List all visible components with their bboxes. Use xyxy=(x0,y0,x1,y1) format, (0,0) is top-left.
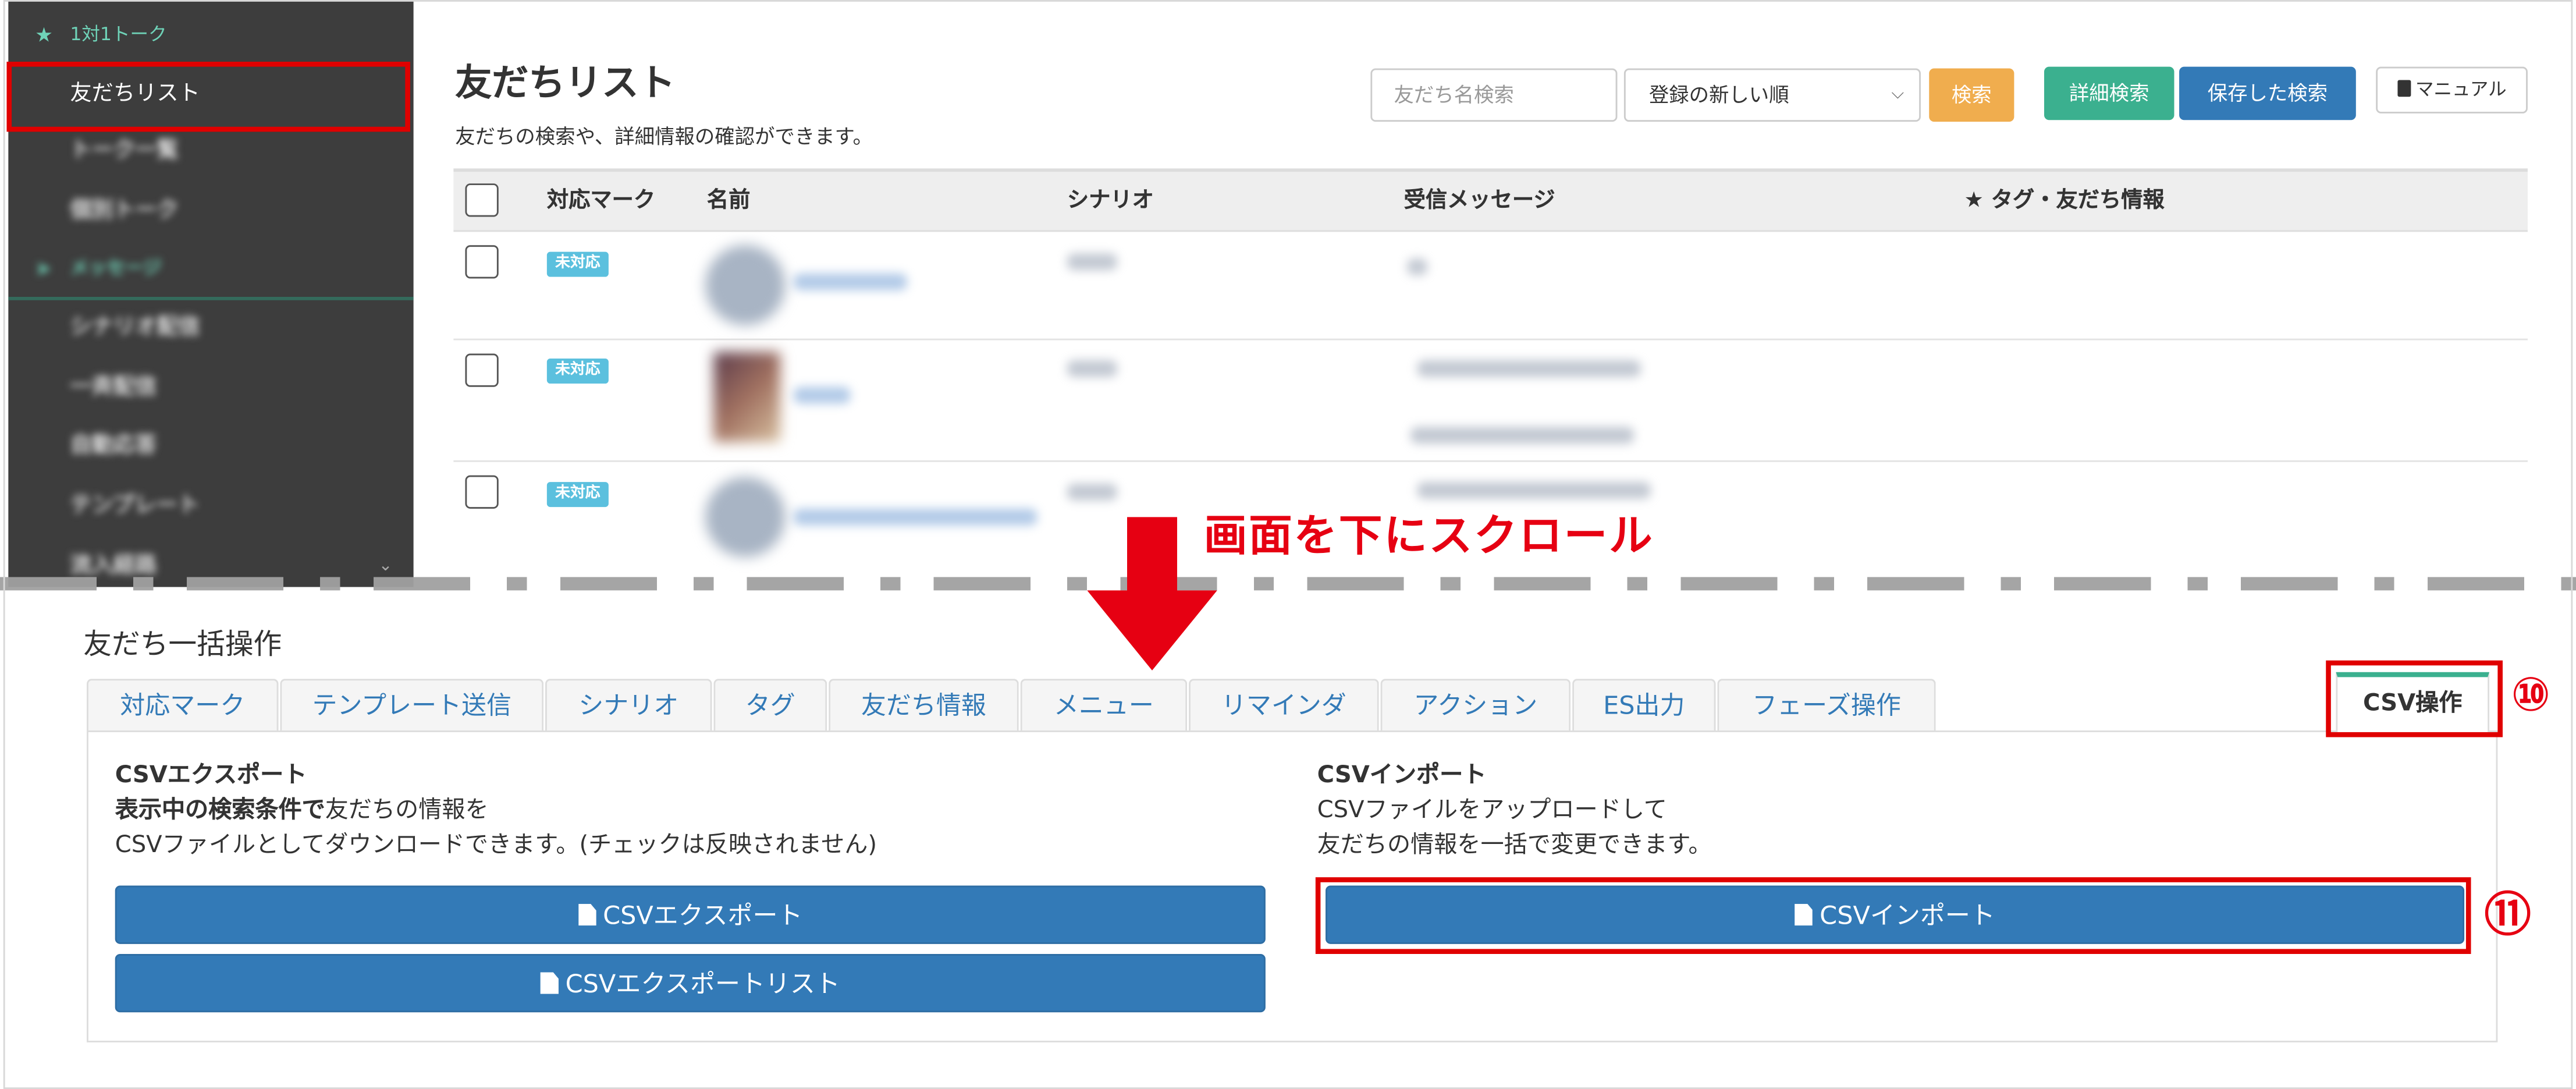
sidebar-item-label: 個別トーク xyxy=(70,198,179,224)
sidebar-item-template[interactable]: テンプレート xyxy=(8,478,413,535)
file-export-icon xyxy=(540,972,559,994)
sidebar-item-individual-talk[interactable]: 個別トーク xyxy=(8,183,413,240)
select-all-checkbox[interactable] xyxy=(465,183,499,217)
tab-es-output[interactable]: ES出力 xyxy=(1572,679,1716,732)
sidebar-section-label: メッセージ xyxy=(70,257,162,279)
csv-export-description-line2: CSVファイルとしてダウンロードできます。(チェックは反映されません) xyxy=(115,832,877,859)
arrow-down-icon xyxy=(1087,517,1217,671)
friend-list-highlight-box xyxy=(6,62,410,132)
main-content: 友だちリスト 友だちの検索や、詳細情報の確認ができます。 友だち名検索 登録の新… xyxy=(414,0,2576,587)
scenario-value xyxy=(1067,253,1117,271)
star-icon: ★ xyxy=(35,23,54,47)
sidebar-item-scenario-delivery[interactable]: シナリオ配信 xyxy=(8,300,413,357)
page-title: 友だちリスト xyxy=(455,63,676,105)
tab-phase-operation[interactable]: フェーズ操作 xyxy=(1717,679,1936,732)
row-divider xyxy=(453,338,2528,340)
friend-name-link[interactable] xyxy=(793,508,1037,526)
screenshot-canvas: ★ 1対1トーク 友だちリスト トーク一覧 個別トーク ➤ メッセージ シナリオ… xyxy=(0,0,2576,1089)
column-header-scenario[interactable]: シナリオ xyxy=(1067,172,1154,232)
avatar xyxy=(713,352,781,442)
column-header-name[interactable]: 名前 xyxy=(707,172,751,232)
status-badge[interactable]: 未対応 xyxy=(546,482,609,508)
chevron-down-icon: ⌵ xyxy=(1891,85,1905,104)
friend-name-link[interactable] xyxy=(793,386,851,404)
sidebar-item-label: 一斉配信 xyxy=(70,375,157,400)
tab-scenario[interactable]: シナリオ xyxy=(545,679,712,732)
sidebar-item-auto-reply[interactable]: 自動応答 xyxy=(8,418,413,475)
row-checkbox[interactable] xyxy=(465,245,499,279)
advanced-search-button[interactable]: 詳細検索 xyxy=(2044,66,2175,120)
csv-export-button-label: CSVエクスポート xyxy=(603,900,803,931)
received-message-date xyxy=(1410,427,1635,444)
arrow-shaft xyxy=(1127,517,1177,594)
manual-button[interactable]: マニュアル xyxy=(2376,66,2528,113)
csv-export-line1-rest: 友だちの情報を xyxy=(325,797,489,824)
sidebar-section-one-to-one[interactable]: ★ 1対1トーク xyxy=(8,6,413,63)
sidebar-section-message[interactable]: ➤ メッセージ xyxy=(8,240,413,297)
status-badge[interactable]: 未対応 xyxy=(546,359,609,384)
manual-button-label: マニュアル xyxy=(2415,78,2507,100)
tab-action[interactable]: アクション xyxy=(1380,679,1571,732)
friend-name-link[interactable] xyxy=(793,273,907,290)
file-export-icon xyxy=(578,904,596,926)
csv-import-heading: CSVインポート xyxy=(1317,762,1487,789)
sidebar-item-label: テンプレート xyxy=(70,494,200,519)
column-header-received-message[interactable]: 受信メッセージ xyxy=(1404,172,1555,232)
sort-order-select[interactable]: 登録の新しい順 ⌵ xyxy=(1623,68,1921,122)
friend-name-search-input[interactable]: 友だち名検索 xyxy=(1370,68,1618,122)
scenario-value xyxy=(1067,360,1117,377)
csv-export-list-button-label: CSVエクスポートリスト xyxy=(565,969,840,999)
step-10-callout: ⑩ xyxy=(2511,667,2551,722)
avatar xyxy=(705,477,786,558)
tab-template-send[interactable]: テンプレート送信 xyxy=(280,679,544,732)
tab-menu[interactable]: メニュー xyxy=(1020,679,1188,732)
csv-import-highlight-box xyxy=(1315,877,2471,955)
sidebar-item-talk-list[interactable]: トーク一覧 xyxy=(8,123,413,180)
csv-export-description-line1: 表示中の検索条件で友だちの情報を xyxy=(115,794,489,829)
csv-export-emphasis: 表示中の検索条件で xyxy=(115,797,325,824)
screenshot-split-divider xyxy=(0,577,2576,591)
row-divider xyxy=(453,460,2528,462)
scenario-value xyxy=(1067,483,1117,501)
tab-status-mark[interactable]: 対応マーク xyxy=(87,679,279,732)
sort-order-value: 登録の新しい順 xyxy=(1648,83,1789,107)
saved-search-button[interactable]: 保存した検索 xyxy=(2179,66,2356,120)
column-header-tags-info[interactable]: ★ タグ・友だち情報 xyxy=(1964,172,2164,232)
csv-import-description-line1: CSVファイルをアップロードして xyxy=(1317,797,1667,824)
sidebar-item-label: トーク一覧 xyxy=(70,138,179,164)
tab-tag[interactable]: タグ xyxy=(713,679,827,732)
sidebar-section-label: 1対1トーク xyxy=(70,23,167,45)
sidebar-item-label: 流入経路 xyxy=(70,554,157,579)
received-message-value xyxy=(1417,482,1651,499)
csv-export-list-button[interactable]: CSVエクスポートリスト xyxy=(115,954,1266,1013)
avatar xyxy=(705,245,786,325)
book-icon xyxy=(2397,80,2411,97)
row-checkbox[interactable] xyxy=(465,475,499,509)
sidebar-item-label: シナリオ配信 xyxy=(70,315,200,340)
page-description: 友だちの検索や、詳細情報の確認ができます。 xyxy=(455,125,873,149)
sidebar-item-label: 自動応答 xyxy=(70,434,157,459)
received-message-value xyxy=(1417,360,1641,377)
csv-tab-highlight-box xyxy=(2326,660,2503,737)
chevron-down-icon[interactable]: ⌄ xyxy=(378,557,392,576)
received-message-value xyxy=(1407,258,1427,275)
column-header-status[interactable]: 対応マーク xyxy=(547,172,655,232)
status-badge[interactable]: 未対応 xyxy=(546,251,609,277)
send-icon: ➤ xyxy=(35,257,52,281)
csv-export-heading: CSVエクスポート xyxy=(115,762,307,789)
csv-export-button[interactable]: CSVエクスポート xyxy=(115,885,1266,944)
table-header: 対応マーク 名前 シナリオ 受信メッセージ ★ タグ・友だち情報 xyxy=(453,168,2528,232)
bulk-operations-title: 友だち一括操作 xyxy=(83,629,282,662)
arrow-head xyxy=(1087,590,1217,671)
friend-list-screen: ★ 1対1トーク 友だちリスト トーク一覧 個別トーク ➤ メッセージ シナリオ… xyxy=(0,0,2576,587)
search-button[interactable]: 検索 xyxy=(1929,68,2014,122)
csv-import-description-line2: 友だちの情報を一括で変更できます。 xyxy=(1317,832,1712,859)
tab-friend-info[interactable]: 友だち情報 xyxy=(829,679,1019,732)
sidebar-item-bulk-delivery[interactable]: 一斉配信 xyxy=(8,360,413,417)
row-checkbox[interactable] xyxy=(465,353,499,387)
scroll-down-instruction: 画面を下にスクロール xyxy=(1203,512,1654,562)
step-11-callout: ⑪ xyxy=(2484,887,2531,942)
tab-reminder[interactable]: リマインダ xyxy=(1189,679,1379,732)
